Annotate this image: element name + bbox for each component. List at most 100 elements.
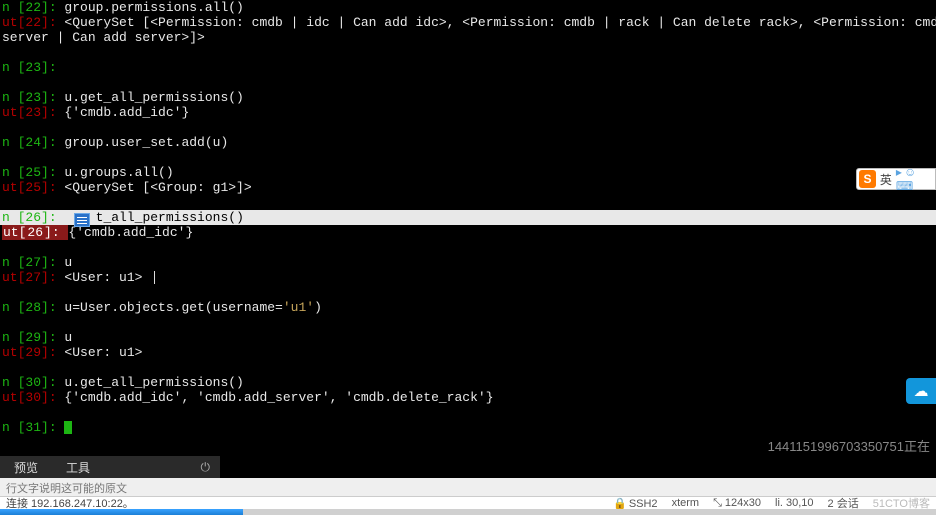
prompt-label: n [ [2,210,25,225]
status-position: li. 30,10 [775,497,814,509]
line-number: 23 [25,60,41,75]
terminal-line: n [29]: u [0,330,936,345]
status-ssh: 🔒SSH2 [613,497,657,510]
terminal-line: n [24]: group.user_set.add(u) [0,135,936,150]
line-number: 30 [25,390,41,405]
prompt-label: n [ [2,255,25,270]
watermark-text: 1441151996703350751正在 [768,436,930,455]
terminal-line [0,75,936,90]
line-number: 23 [25,105,41,120]
terminal-line [0,360,936,375]
code-text: {'cmdb.add_idc'} [68,225,193,240]
prompt-label: ut[ [2,270,25,285]
terminal-output[interactable]: n [22]: group.permissions.all()ut[22]: <… [0,0,936,455]
terminal-line: ut[22]: <QuerySet [<Permission: cmdb | i… [0,15,936,30]
terminal-line [0,285,936,300]
line-number: 27 [25,255,41,270]
code-text: <User: u1> [64,270,142,285]
terminal-line [0,150,936,165]
terminal-line [0,45,936,60]
code-text: group.permissions.all() [64,0,243,15]
progress-bar[interactable] [0,509,936,515]
terminal-line [0,120,936,135]
code-text: u.get_all_permissions() [64,90,243,105]
terminal-line: n [25]: u.groups.all() [0,165,936,180]
line-number: 27 [25,270,41,285]
terminal-line: n [28]: u=User.objects.get(username='u1'… [0,300,936,315]
string-literal: 'u1' [283,300,314,315]
cloud-sync-icon[interactable]: ☁ [906,378,936,404]
code-text: {'cmdb.add_idc', 'cmdb.add_server', 'cmd… [64,390,493,405]
bottom-toolbar: 预览 工具 ⏻ [0,456,220,478]
tab-tools[interactable]: 工具 [52,456,104,478]
code-text: <QuerySet [<Permission: cmdb | idc | Can… [64,15,936,30]
prompt-label: ut[ [2,345,25,360]
code-text: u.groups.all() [64,165,173,180]
ime-lang: 英 [880,171,892,188]
line-number: 29 [25,345,41,360]
prompt-label: n [ [2,375,25,390]
lock-icon: 🔒 [613,498,627,510]
block-cursor [64,421,72,434]
ime-logo-icon: S [859,170,876,188]
terminal-line: n [27]: u [0,255,936,270]
line-number: 28 [25,300,41,315]
prompt-label: n [ [2,90,25,105]
terminal-line: ut[26]: {'cmdb.add_idc'} [0,225,936,240]
code-text: group.user_set.add(u) [64,135,228,150]
terminal-line: ut[23]: {'cmdb.add_idc'} [0,105,936,120]
terminal-line: n [30]: u.get_all_permissions() [0,375,936,390]
code-text: u [64,255,72,270]
terminal-line [0,195,936,210]
line-number: 24 [25,135,41,150]
code-text: <User: u1> [64,345,142,360]
terminal-line: ut[30]: {'cmdb.add_idc', 'cmdb.add_serve… [0,390,936,405]
line-number: 23 [25,90,41,105]
line-number: 26 [25,210,41,225]
ime-badge[interactable]: S 英 ▸☺⌨ [856,168,936,190]
selected-text: t_all_permissions() [96,210,244,225]
terminal-line: ut[25]: <QuerySet [<Group: g1>]> [0,180,936,195]
select-mode-icon [74,213,90,227]
ime-options-icon: ▸☺⌨ [896,165,935,193]
prompt-label: n [ [2,300,25,315]
terminal-line: ut[29]: <User: u1> [0,345,936,360]
line-number: 22 [25,0,41,15]
terminal-line: n [26]: u.get_all_permissions() [0,210,936,225]
prompt-label: n [ [2,330,25,345]
line-number: 31 [25,420,41,435]
prompt-label: n [ [2,420,25,435]
prompt-label: n [ [2,135,25,150]
prompt-label: ut[ [2,180,25,195]
prompt-label: n [ [2,60,25,75]
terminal-line [0,315,936,330]
text-cursor [154,271,155,284]
line-number: 25 [25,180,41,195]
line-number: 22 [25,15,41,30]
prompt-label: ut[ [2,105,25,120]
status-term: xterm [672,497,700,509]
terminal-line [0,405,936,420]
terminal-line: n [31]: [0,420,936,435]
terminal-line: n [23]: [0,60,936,75]
code-text: {'cmdb.add_idc'} [64,105,189,120]
resize-icon: ⤡ [713,497,725,509]
prompt-label: ut[ [2,225,27,240]
line-number: 29 [25,330,41,345]
line-number: 25 [25,165,41,180]
code-text: u.get_all_permissions() [64,375,243,390]
terminal-line: n [23]: u.get_all_permissions() [0,90,936,105]
line-number: 30 [25,375,41,390]
prompt-label: n [ [2,165,25,180]
prompt-label: ut[ [2,15,25,30]
terminal-line: ut[27]: <User: u1> [0,270,936,285]
prompt-label: ut[ [2,390,25,405]
power-button[interactable]: ⏻ [191,456,221,478]
progress-fill [0,509,243,515]
prompt-label: n [ [2,0,25,15]
terminal-line: server | Can add server>]> [0,30,936,45]
tab-preview[interactable]: 预览 [0,456,52,478]
status-size: ⤡ 124x30 [713,497,761,510]
status-bar: 连接 192.168.247.10:22。 🔒SSH2 xterm ⤡ 124x… [0,496,936,509]
code-text: u [64,330,72,345]
